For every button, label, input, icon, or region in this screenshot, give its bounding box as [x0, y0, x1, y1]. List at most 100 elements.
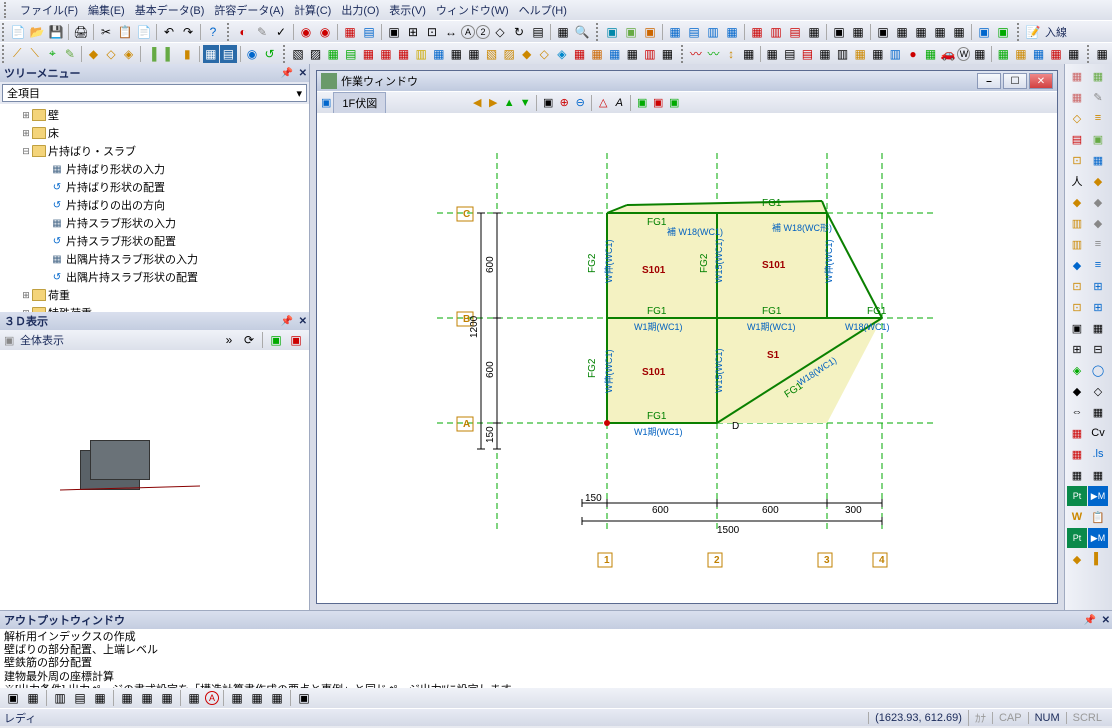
tool-icon[interactable]: 📋: [1088, 507, 1108, 527]
tool-icon[interactable]: ▦: [1088, 66, 1108, 86]
tool-icon[interactable]: ⊟: [1088, 339, 1108, 359]
print-icon[interactable]: 🖨: [72, 23, 90, 41]
tool-icon[interactable]: 📝: [1024, 23, 1042, 41]
tool-icon[interactable]: ▦: [817, 45, 834, 63]
tool-icon[interactable]: ◉: [297, 23, 315, 41]
open-icon[interactable]: 📂: [28, 23, 46, 41]
tool-icon[interactable]: ▥: [413, 45, 430, 63]
tool-icon[interactable]: ⊖: [573, 96, 587, 110]
tool-icon[interactable]: ⟍: [26, 45, 43, 63]
drawing-canvas[interactable]: C B A 1 2 3 4: [317, 113, 1057, 603]
tool-icon[interactable]: ▮: [179, 45, 196, 63]
tool-icon[interactable]: ▦: [571, 45, 588, 63]
tool-icon[interactable]: ⊞: [404, 23, 422, 41]
tool-icon[interactable]: ↻: [510, 23, 528, 41]
tool-icon[interactable]: ⊡: [1067, 150, 1087, 170]
tool-icon[interactable]: ▣: [622, 23, 640, 41]
menu-file[interactable]: ファイル(F): [16, 0, 82, 20]
redo-icon[interactable]: ↷: [179, 23, 197, 41]
tree-node[interactable]: ⊟片持ばり・スラブ: [2, 142, 307, 160]
tool-icon[interactable]: ▤: [786, 23, 804, 41]
tool-icon[interactable]: ▤: [799, 45, 816, 63]
expand-icon[interactable]: ⊞: [20, 128, 32, 139]
tool-icon[interactable]: ▦: [666, 23, 684, 41]
tool-icon[interactable]: ▦: [723, 23, 741, 41]
help-icon[interactable]: ?: [204, 23, 222, 41]
tool-icon[interactable]: ▌: [161, 45, 178, 63]
tool-icon[interactable]: ▦: [158, 689, 176, 707]
tree-node[interactable]: ↺片持ばりの出の方向: [2, 196, 307, 214]
tool-icon[interactable]: ◈: [1067, 360, 1087, 380]
tool-icon[interactable]: ▦: [185, 689, 203, 707]
tree-node[interactable]: ↺片持スラブ形状の配置: [2, 232, 307, 250]
tool-icon[interactable]: ▦: [659, 45, 676, 63]
tool-icon[interactable]: ▣: [651, 96, 665, 110]
tool-icon[interactable]: ▦: [852, 45, 869, 63]
tool-icon[interactable]: ⊞: [1088, 297, 1108, 317]
tool-icon[interactable]: »: [220, 331, 238, 349]
tool-icon[interactable]: ▥: [767, 23, 785, 41]
tool-icon[interactable]: ▣: [1067, 318, 1087, 338]
tool-icon[interactable]: ▥: [1067, 213, 1087, 233]
subbar-icon[interactable]: ▣: [321, 96, 331, 109]
close-icon[interactable]: ✕: [299, 68, 307, 79]
tool-icon[interactable]: 🔍: [573, 23, 591, 41]
tool-icon[interactable]: ▣: [874, 23, 892, 41]
tool-icon[interactable]: 🚗: [940, 45, 957, 63]
tool-icon[interactable]: ▥: [834, 45, 851, 63]
tool-icon[interactable]: ▦: [1067, 66, 1087, 86]
tool-icon[interactable]: ▦: [971, 45, 988, 63]
cut-icon[interactable]: ✂: [97, 23, 115, 41]
tool-icon[interactable]: ▥: [887, 45, 904, 63]
undo-icon[interactable]: ↶: [160, 23, 178, 41]
tree-node[interactable]: ⊞床: [2, 124, 307, 142]
tool-icon[interactable]: ▤: [220, 45, 237, 63]
tool-icon[interactable]: ▦: [341, 23, 359, 41]
tool-icon[interactable]: ▦: [740, 45, 757, 63]
tool-icon[interactable]: ◆: [1067, 192, 1087, 212]
tree-node[interactable]: ▦片持ばり形状の入力: [2, 160, 307, 178]
menu-output[interactable]: 出力(O): [337, 0, 383, 20]
tool-icon[interactable]: ▦: [1088, 150, 1108, 170]
tool-icon[interactable]: ◈: [554, 45, 571, 63]
tool-icon[interactable]: ▧: [290, 45, 307, 63]
tool-icon[interactable]: ◇: [491, 23, 509, 41]
tool-icon[interactable]: ▦: [378, 45, 395, 63]
tool-icon[interactable]: ▦: [606, 45, 623, 63]
tool-icon[interactable]: ▦: [1088, 465, 1108, 485]
tool-icon[interactable]: ▦: [1048, 45, 1065, 63]
tool-icon[interactable]: ▦: [395, 45, 412, 63]
tool-icon[interactable]: ▦: [893, 23, 911, 41]
tool-icon[interactable]: ▧: [483, 45, 500, 63]
tool-icon[interactable]: W: [957, 47, 970, 61]
tool-icon[interactable]: ▣: [1088, 129, 1108, 149]
tool-icon[interactable]: ▦: [448, 45, 465, 63]
tool-icon[interactable]: ◆: [1088, 171, 1108, 191]
tool-icon[interactable]: ▣: [641, 23, 659, 41]
tool-icon[interactable]: ▦: [869, 45, 886, 63]
tool-icon[interactable]: ◇: [536, 45, 553, 63]
tool-icon[interactable]: ▦: [805, 23, 823, 41]
tool-icon[interactable]: ◇: [103, 45, 120, 63]
tool-icon[interactable]: ▦: [1030, 45, 1047, 63]
tool-icon[interactable]: ▣: [385, 23, 403, 41]
tool-icon[interactable]: ◇: [1088, 381, 1108, 401]
arrow-left-icon[interactable]: ◀: [470, 96, 484, 110]
tool-icon[interactable]: Cv: [1088, 423, 1108, 443]
tool-icon[interactable]: ▦: [1067, 465, 1087, 485]
tool-icon[interactable]: ⊕: [557, 96, 571, 110]
tree-node[interactable]: ⊞荷重: [2, 286, 307, 304]
tool-icon[interactable]: ⌖: [44, 45, 61, 63]
tool-icon[interactable]: ▣: [267, 331, 285, 349]
tool-icon[interactable]: 2: [476, 25, 490, 39]
tool-icon[interactable]: ▣: [635, 96, 649, 110]
menu-allowdata[interactable]: 許容データ(A): [210, 0, 288, 20]
tool-icon[interactable]: Pt: [1067, 528, 1087, 548]
tool-icon[interactable]: ▣: [295, 689, 313, 707]
tool-icon[interactable]: ▥: [704, 23, 722, 41]
tool-icon[interactable]: ↔: [442, 23, 460, 41]
tool-icon[interactable]: ▣: [541, 96, 555, 110]
minimize-button[interactable]: ⎯: [977, 73, 1001, 89]
tool-icon[interactable]: ↕: [723, 45, 740, 63]
tool-icon[interactable]: 〰: [705, 45, 722, 63]
